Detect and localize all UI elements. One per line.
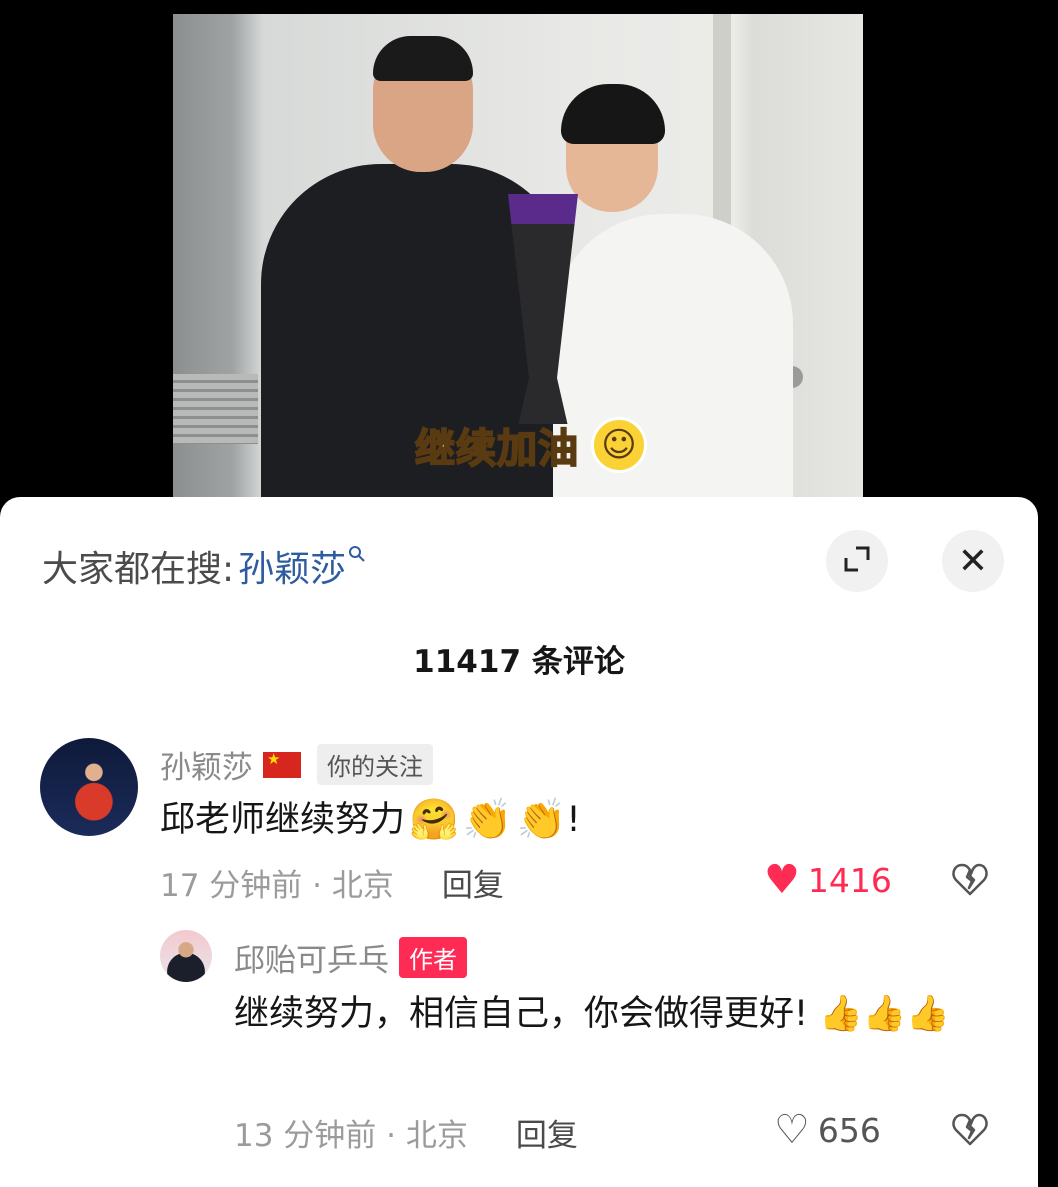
wall-vent	[173, 374, 258, 444]
video-player[interactable]: 继续加油 ☺	[0, 0, 1058, 520]
dislike-button[interactable]	[950, 860, 990, 906]
hug-emoji-icon: 🤗	[409, 797, 459, 843]
author-name[interactable]: 孙颖莎	[160, 742, 253, 787]
heart-outline-icon: ♡	[774, 1107, 810, 1153]
clap-emoji-icon: 👏	[516, 797, 567, 843]
like-button[interactable]: ♡ 656	[774, 1110, 881, 1150]
video-caption: 继续加油 ☺	[414, 410, 647, 480]
reply-button[interactable]: 回复	[442, 860, 504, 905]
time-location: 13 分钟前 · 北京	[234, 1118, 468, 1154]
comment-meta: 17 分钟前 · 北京 回复	[160, 860, 504, 905]
time-location: 17 分钟前 · 北京	[160, 868, 394, 904]
player-hair	[561, 84, 665, 144]
coach-hair	[373, 36, 473, 81]
expand-icon	[842, 544, 872, 578]
comment-author: 邱贻可乒乓 作者	[234, 935, 467, 980]
comment-body: 邱老师继续努力	[160, 800, 406, 840]
search-prefix: 大家都在搜:	[42, 549, 235, 590]
broken-heart-icon	[952, 1113, 988, 1146]
reply-button[interactable]: 回复	[516, 1110, 578, 1155]
caption-text: 继续加油	[414, 425, 579, 473]
comment-meta: 13 分钟前 · 北京 回复	[234, 1110, 578, 1155]
smile-icon: ☺	[591, 417, 647, 473]
clap-emoji-icon: 👏	[462, 797, 513, 843]
comment-text: 邱老师继续努力 🤗 👏 👏 !	[160, 792, 580, 848]
comment-author: 孙颖莎 你的关注	[160, 742, 433, 787]
comment-count: 11417 条评论	[413, 644, 625, 680]
close-button[interactable]: ✕	[942, 530, 1004, 592]
broken-heart-icon	[952, 863, 988, 896]
close-icon: ✕	[957, 540, 989, 582]
avatar[interactable]	[160, 930, 212, 982]
author-name[interactable]: 邱贻可乒乓	[234, 935, 389, 980]
like-count: 1416	[807, 860, 892, 900]
comment-text: 继续努力，相信自己，你会做得更好! 👍👍👍	[234, 994, 950, 1034]
comment-end: !	[566, 800, 581, 840]
like-count: 656	[817, 1110, 881, 1150]
heart-filled-icon: ♥	[764, 857, 800, 903]
expand-button[interactable]	[826, 530, 888, 592]
author-badge: 作者	[399, 937, 467, 978]
search-suggestion[interactable]: 大家都在搜: 孙颖莎	[42, 540, 366, 592]
search-icon	[348, 544, 366, 568]
like-button[interactable]: ♥ 1416	[764, 860, 892, 900]
search-keyword-link[interactable]: 孙颖莎	[238, 540, 346, 592]
dislike-button[interactable]	[950, 1110, 990, 1156]
china-flag-icon	[263, 750, 301, 778]
following-badge: 你的关注	[317, 744, 433, 785]
avatar[interactable]	[40, 738, 138, 836]
